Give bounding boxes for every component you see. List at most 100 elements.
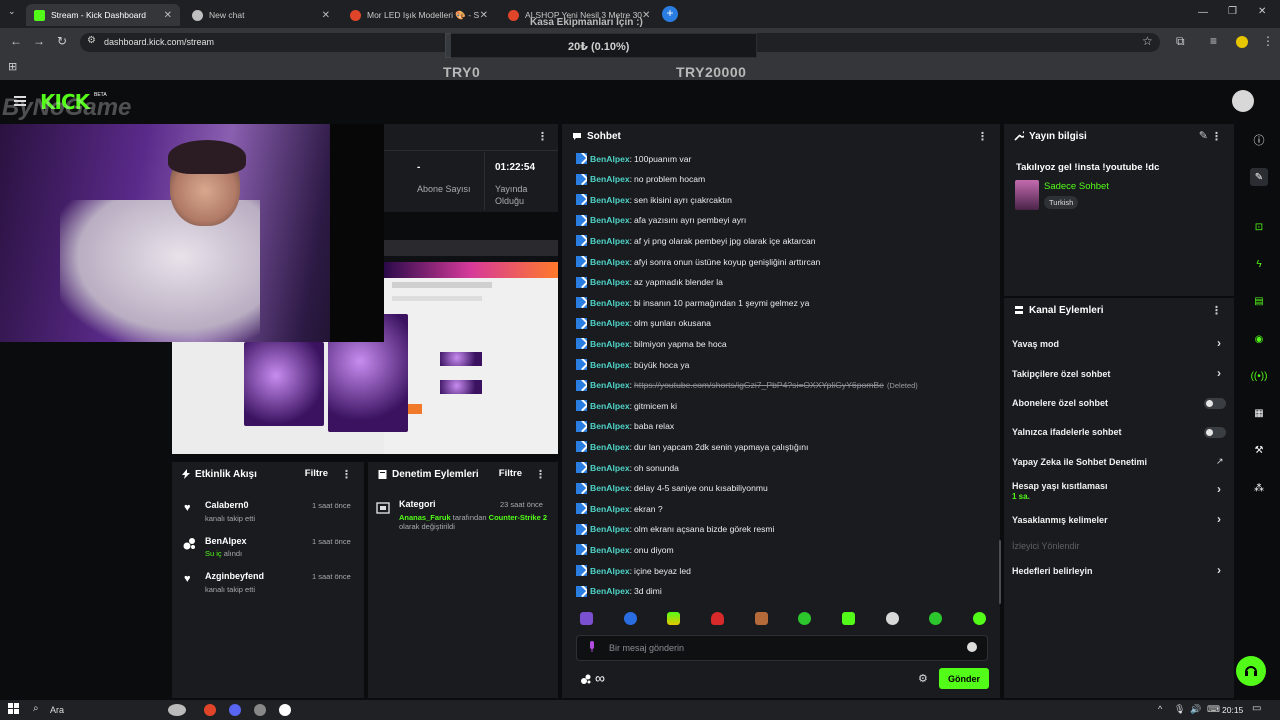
lightning-icon[interactable]: ϟ: [1250, 255, 1268, 273]
apps-grid-icon[interactable]: ⊞: [8, 60, 17, 73]
action-slow-mode[interactable]: Yavaş mod: [1012, 339, 1059, 349]
search-icon[interactable]: ⌕: [33, 703, 39, 714]
back-icon[interactable]: ←: [10, 34, 22, 48]
tab-search-icon[interactable]: ⌄: [8, 6, 16, 17]
chat-username[interactable]: BenAlpex: [590, 421, 630, 431]
channel-actions-more-icon[interactable]: ⋮: [1211, 304, 1222, 317]
close-tab-icon[interactable]: ✕: [164, 10, 172, 21]
chat-icon[interactable]: ◉: [1250, 330, 1268, 348]
taskbar-search[interactable]: Ara: [50, 705, 64, 715]
stream-info-more-icon[interactable]: ⋮: [1211, 130, 1222, 143]
tray-chevron-icon[interactable]: ^: [1158, 704, 1162, 714]
emote-icon[interactable]: [929, 612, 942, 625]
profile-avatar-icon[interactable]: [1236, 36, 1248, 48]
chat-username[interactable]: BenAlpex: [590, 586, 630, 596]
stats-more-icon[interactable]: ⋮: [537, 130, 548, 143]
url-text[interactable]: dashboard.kick.com/stream: [104, 37, 214, 47]
media-icon[interactable]: ≡: [1210, 34, 1217, 48]
send-button[interactable]: Gönder: [939, 668, 989, 689]
new-tab-button[interactable]: +: [662, 6, 678, 22]
chat-username[interactable]: BenAlpex: [590, 215, 630, 225]
media-player-icon[interactable]: [279, 704, 291, 716]
emote-icon[interactable]: [973, 612, 986, 625]
modlog-more-icon[interactable]: ⋮: [535, 468, 546, 481]
user-avatar[interactable]: [1232, 90, 1254, 112]
external-link-icon[interactable]: ↗: [1216, 456, 1224, 467]
edit-pencil-icon[interactable]: ✎: [1199, 129, 1208, 142]
bookmark-star-icon[interactable]: ☆: [1142, 34, 1153, 48]
chat-username[interactable]: BenAlpex: [590, 174, 630, 184]
channel-points-icon[interactable]: [580, 673, 592, 685]
chat-username[interactable]: BenAlpex: [590, 277, 630, 287]
chat-scrollbar[interactable]: [999, 540, 1001, 604]
activity-filter-button[interactable]: Filtre: [305, 468, 328, 479]
chat-username[interactable]: BenAlpex: [590, 442, 630, 452]
chat-username[interactable]: BenAlpex: [590, 236, 630, 246]
chat-username[interactable]: BenAlpex: [590, 339, 630, 349]
discord-icon[interactable]: [229, 704, 241, 716]
close-tab-icon[interactable]: ✕: [322, 10, 330, 21]
chat-username[interactable]: BenAlpex: [590, 504, 630, 514]
chat-username[interactable]: BenAlpex: [590, 360, 630, 370]
chat-username[interactable]: BenAlpex: [590, 566, 630, 576]
activity-user[interactable]: Calabern0: [205, 500, 249, 510]
support-button[interactable]: [1236, 656, 1266, 686]
action-followers-only[interactable]: Takipçilere özel sohbet: [1012, 369, 1110, 379]
chat-more-icon[interactable]: ⋮: [977, 130, 988, 143]
emote-icon[interactable]: [842, 612, 855, 625]
chevron-right-icon[interactable]: ›: [1217, 512, 1221, 526]
tab-mor-led[interactable]: Mor LED Işık Modelleri 🎨 - S ✕: [342, 4, 496, 26]
chat-username[interactable]: BenAlpex: [590, 524, 630, 534]
chat-username[interactable]: BenAlpex: [590, 545, 630, 555]
volume-icon[interactable]: 🔊: [1190, 704, 1201, 715]
extensions-icon[interactable]: ⧉: [1176, 34, 1185, 49]
category-thumbnail[interactable]: [1015, 180, 1039, 210]
close-window-icon[interactable]: ✕: [1258, 6, 1266, 17]
document-icon[interactable]: ▤: [1250, 292, 1268, 310]
clip-icon[interactable]: ⊡: [1250, 218, 1268, 236]
rail-points-icon[interactable]: ⁂: [1250, 479, 1268, 497]
action-banned-words[interactable]: Yasaklanmış kelimeler: [1012, 515, 1108, 525]
tab-stream-kick-dashboard[interactable]: Stream - Kick Dashboard ✕: [26, 4, 180, 26]
emoji-picker-icon[interactable]: [967, 642, 977, 652]
chat-username[interactable]: BenAlpex: [590, 401, 630, 411]
emote-icon[interactable]: [711, 612, 724, 625]
edit-icon[interactable]: ✎: [1250, 168, 1268, 186]
tab-new-chat[interactable]: New chat ✕: [184, 4, 338, 26]
browser-menu-icon[interactable]: ⋮: [1262, 34, 1274, 48]
modlog-filter-button[interactable]: Filtre: [499, 468, 522, 479]
broadcast-icon[interactable]: ((•)): [1250, 367, 1268, 385]
subscribers-only-toggle[interactable]: [1204, 398, 1226, 409]
emote-icon[interactable]: [667, 612, 680, 625]
action-ai-moderation[interactable]: Yapay Zeka ile Sohbet Denetimi: [1012, 457, 1147, 467]
chevron-right-icon[interactable]: ›: [1217, 366, 1221, 380]
emote-icon[interactable]: [755, 612, 768, 625]
chat-username[interactable]: BenAlpex: [590, 298, 630, 308]
chevron-right-icon[interactable]: ›: [1217, 336, 1221, 350]
forward-icon[interactable]: →: [33, 34, 45, 48]
stack-icon[interactable]: ▦: [1250, 404, 1268, 422]
emote-icon[interactable]: [798, 612, 811, 625]
site-info-icon[interactable]: ⚙: [87, 35, 96, 46]
microphone-icon[interactable]: [588, 641, 596, 653]
chat-username[interactable]: BenAlpex: [590, 380, 630, 390]
restore-icon[interactable]: ❐: [1228, 6, 1237, 17]
chat-username[interactable]: BenAlpex: [590, 483, 630, 493]
obs-icon[interactable]: [254, 704, 266, 716]
activity-user[interactable]: Azginbeyfend: [205, 571, 264, 581]
mic-tray-icon[interactable]: 🎙: [1174, 704, 1185, 715]
language-icon[interactable]: ⌨: [1207, 704, 1220, 715]
start-icon[interactable]: [8, 703, 20, 715]
notifications-icon[interactable]: ▭: [1252, 703, 1261, 714]
activity-more-icon[interactable]: ⋮: [341, 468, 352, 481]
chat-username[interactable]: BenAlpex: [590, 463, 630, 473]
chrome-icon[interactable]: [204, 704, 216, 716]
deleted-message-link[interactable]: https://youtube.com/shorts/igGzi7_PbP4?s…: [634, 380, 884, 390]
chat-username[interactable]: BenAlpex: [590, 318, 630, 328]
info-icon[interactable]: ⓘ: [1250, 132, 1268, 150]
reload-icon[interactable]: ↻: [57, 34, 67, 48]
action-set-goals[interactable]: Hedefleri belirleyin: [1012, 566, 1093, 576]
close-tab-icon[interactable]: ✕: [642, 10, 650, 21]
chat-settings-icon[interactable]: ⚙: [918, 672, 928, 685]
emote-icon[interactable]: [580, 612, 593, 625]
